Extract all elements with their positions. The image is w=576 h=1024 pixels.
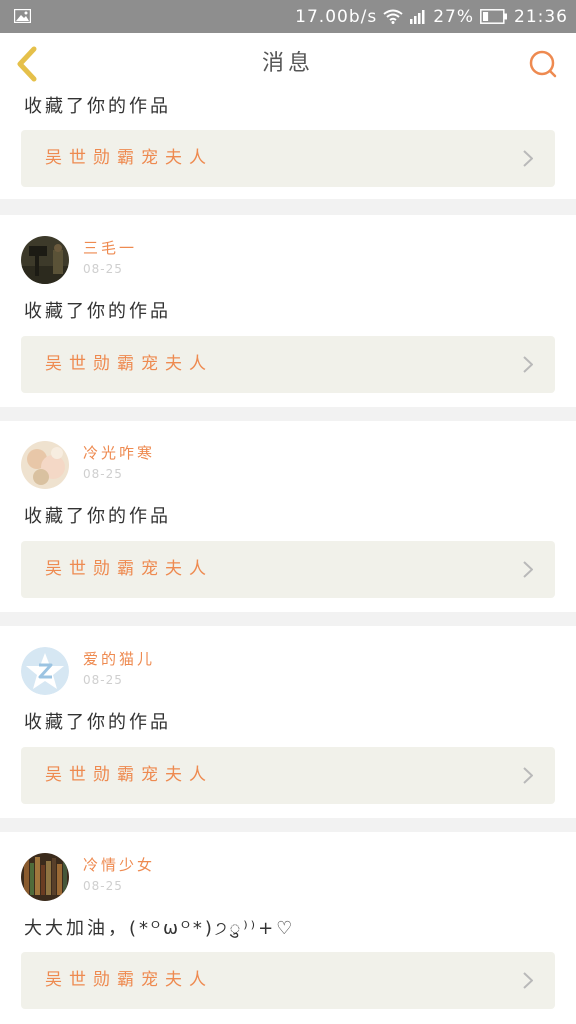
search-icon[interactable] (528, 49, 558, 79)
notification-message: 收藏了你的作品 (24, 506, 171, 527)
notification-card: 冷情少女 08-25 大大加油，(*ᴼωᴼ*)੭ु⁾⁾+♡ 吴世勋霸宠夫人 (0, 832, 576, 1024)
notification-date: 08-25 (83, 673, 123, 687)
notification-date: 08-25 (83, 262, 123, 276)
notification-date: 08-25 (83, 467, 123, 481)
nav-bar: 消息 (0, 33, 576, 96)
page-title: 消息 (261, 51, 314, 76)
notification-message: 收藏了你的作品 (24, 712, 171, 733)
work-title: 吴世勋霸宠夫人 (45, 148, 213, 168)
notification-message: 大大加油，(*ᴼωᴼ*)੭ु⁾⁾+♡ (24, 918, 296, 939)
work-title: 吴世勋霸宠夫人 (45, 559, 213, 579)
work-title: 吴世勋霸宠夫人 (45, 765, 213, 785)
battery-icon (480, 9, 507, 24)
work-link[interactable]: 吴世勋霸宠夫人 (21, 541, 555, 598)
chevron-right-icon (523, 150, 533, 167)
work-link[interactable]: 吴世勋霸宠夫人 (21, 952, 555, 1009)
work-title: 吴世勋霸宠夫人 (45, 354, 213, 374)
notification-card: 冷光咋寒 08-25 收藏了你的作品 吴世勋霸宠夫人 (0, 421, 576, 612)
work-link[interactable]: 吴世勋霸宠夫人 (21, 336, 555, 393)
clock: 21:36 (514, 6, 568, 27)
user-avatar[interactable] (21, 441, 69, 489)
notification-message: 收藏了你的作品 (24, 96, 171, 117)
wifi-icon (383, 9, 403, 24)
notification-card: 爱的猫儿 08-25 收藏了你的作品 吴世勋霸宠夫人 (0, 626, 576, 818)
notification-feed[interactable]: 收藏了你的作品 吴世勋霸宠夫人 三毛一 08-25 收藏了你的作品 吴世勋霸宠夫… (0, 95, 576, 1024)
user-avatar[interactable] (21, 647, 69, 695)
battery-percent: 27% (433, 6, 474, 27)
user-name[interactable]: 冷光咋寒 (83, 442, 155, 463)
notification-card: 三毛一 08-25 收藏了你的作品 吴世勋霸宠夫人 (0, 215, 576, 407)
status-bar: 17.00b/s 27% 21:36 (0, 0, 576, 33)
network-speed: 17.00b/s (295, 6, 378, 27)
user-name[interactable]: 三毛一 (83, 237, 137, 258)
chevron-right-icon (523, 356, 533, 373)
work-link[interactable]: 吴世勋霸宠夫人 (21, 747, 555, 804)
image-notification-icon (14, 9, 31, 23)
chevron-right-icon (523, 972, 533, 989)
user-name[interactable]: 爱的猫儿 (83, 648, 155, 669)
signal-icon (410, 10, 425, 24)
notification-date: 08-25 (83, 879, 123, 893)
notification-message: 收藏了你的作品 (24, 301, 171, 322)
user-avatar[interactable] (21, 236, 69, 284)
user-avatar[interactable] (21, 853, 69, 901)
work-title: 吴世勋霸宠夫人 (45, 970, 213, 990)
chevron-right-icon (523, 561, 533, 578)
work-link[interactable]: 吴世勋霸宠夫人 (21, 130, 555, 187)
user-name[interactable]: 冷情少女 (83, 854, 155, 875)
chevron-right-icon (523, 767, 533, 784)
notification-card: 收藏了你的作品 吴世勋霸宠夫人 (0, 95, 576, 199)
